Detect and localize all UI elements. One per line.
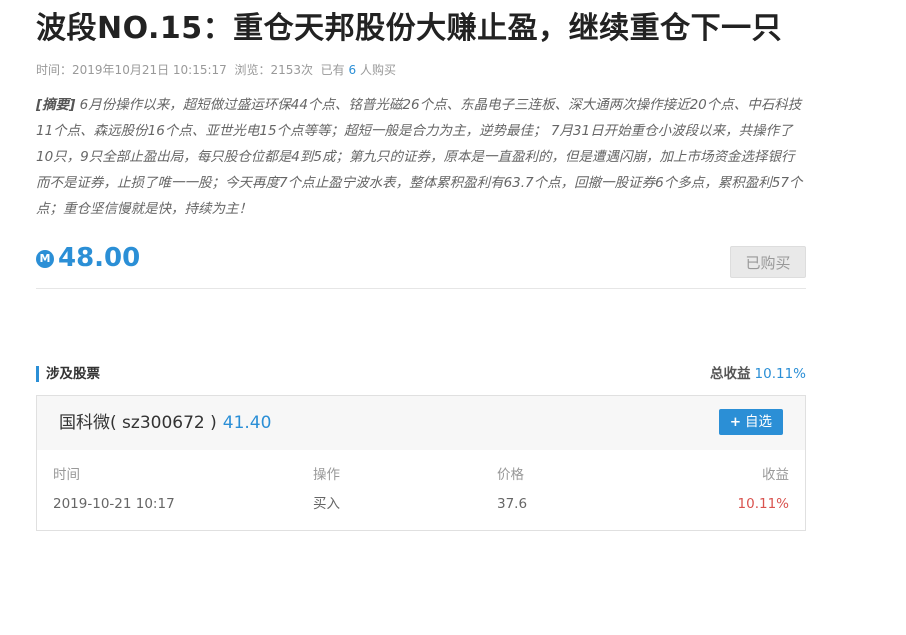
total-gain-label: 总收益 <box>710 366 751 382</box>
trade-price: 37.6 <box>497 496 528 512</box>
total-gain: 总收益 10.11% <box>710 365 806 383</box>
col-header-price: 价格 <box>497 467 524 483</box>
meta-buyers-prefix: 已有 <box>320 63 345 77</box>
meta-buyers-suffix: 人购买 <box>359 63 396 77</box>
meta-time: 2019年10月21日 10:15:17 <box>72 63 227 77</box>
stock-card: 国科微( sz300672 ) 41.40 + 自选 时间 操作 价格 收益 201… <box>36 395 806 531</box>
col-header-gain: 收益 <box>762 467 789 483</box>
article-meta: 时间：2019年10月21日 10:15:17 浏览：2153次 已有 6 人购… <box>36 62 806 78</box>
meta-views: 2153次 <box>270 63 314 77</box>
stock-price: 41.40 <box>222 413 272 433</box>
stocks-section-header: 涉及股票 总收益 10.11% <box>36 365 806 385</box>
add-watchlist-button[interactable]: + 自选 <box>718 409 783 435</box>
coin-icon: M <box>36 250 54 268</box>
trade-action: 买入 <box>313 496 340 512</box>
abstract-label: [摘要] <box>36 97 76 113</box>
section-accent-bar <box>36 366 39 382</box>
col-header-action: 操作 <box>313 467 340 483</box>
meta-time-label: 时间： <box>36 63 73 77</box>
stock-card-header: 国科微( sz300672 ) 41.40 + 自选 <box>37 396 805 450</box>
total-gain-value: 10.11% <box>754 366 806 382</box>
price-row: M 48.00 已购买 <box>36 240 806 289</box>
meta-views-label: 浏览： <box>234 63 271 77</box>
col-header-time: 时间 <box>53 467 80 483</box>
article-price: 48.00 <box>58 243 141 273</box>
plus-icon: + <box>729 414 741 430</box>
bought-button[interactable]: 已购买 <box>730 246 806 278</box>
stock-name-text[interactable]: 国科微( sz300672 ) <box>59 413 217 433</box>
meta-buyers-count: 6 <box>348 63 357 77</box>
article-abstract: [摘要] 6月份操作以来，超短做过盛运环保44个点、铭普光磁26个点、东晶电子三… <box>36 92 804 222</box>
trade-table: 时间 操作 价格 收益 2019-10-21 10:17 买入 37.6 10.… <box>37 450 805 530</box>
stocks-section-title: 涉及股票 <box>46 366 100 382</box>
article-container: 波段NO.15：重仓天邦股份大赚止盈，继续重仓下一只 时间：2019年10月21… <box>36 0 806 531</box>
trade-gain: 10.11% <box>737 496 789 512</box>
abstract-text: 6月份操作以来，超短做过盛运环保44个点、铭普光磁26个点、东晶电子三连板、深大… <box>36 97 803 217</box>
trade-time: 2019-10-21 10:17 <box>53 496 175 512</box>
stock-name[interactable]: 国科微( sz300672 ) 41.40 <box>59 412 271 434</box>
page-title: 波段NO.15：重仓天邦股份大赚止盈，继续重仓下一只 <box>36 11 783 46</box>
add-watchlist-label: 自选 <box>745 414 772 430</box>
